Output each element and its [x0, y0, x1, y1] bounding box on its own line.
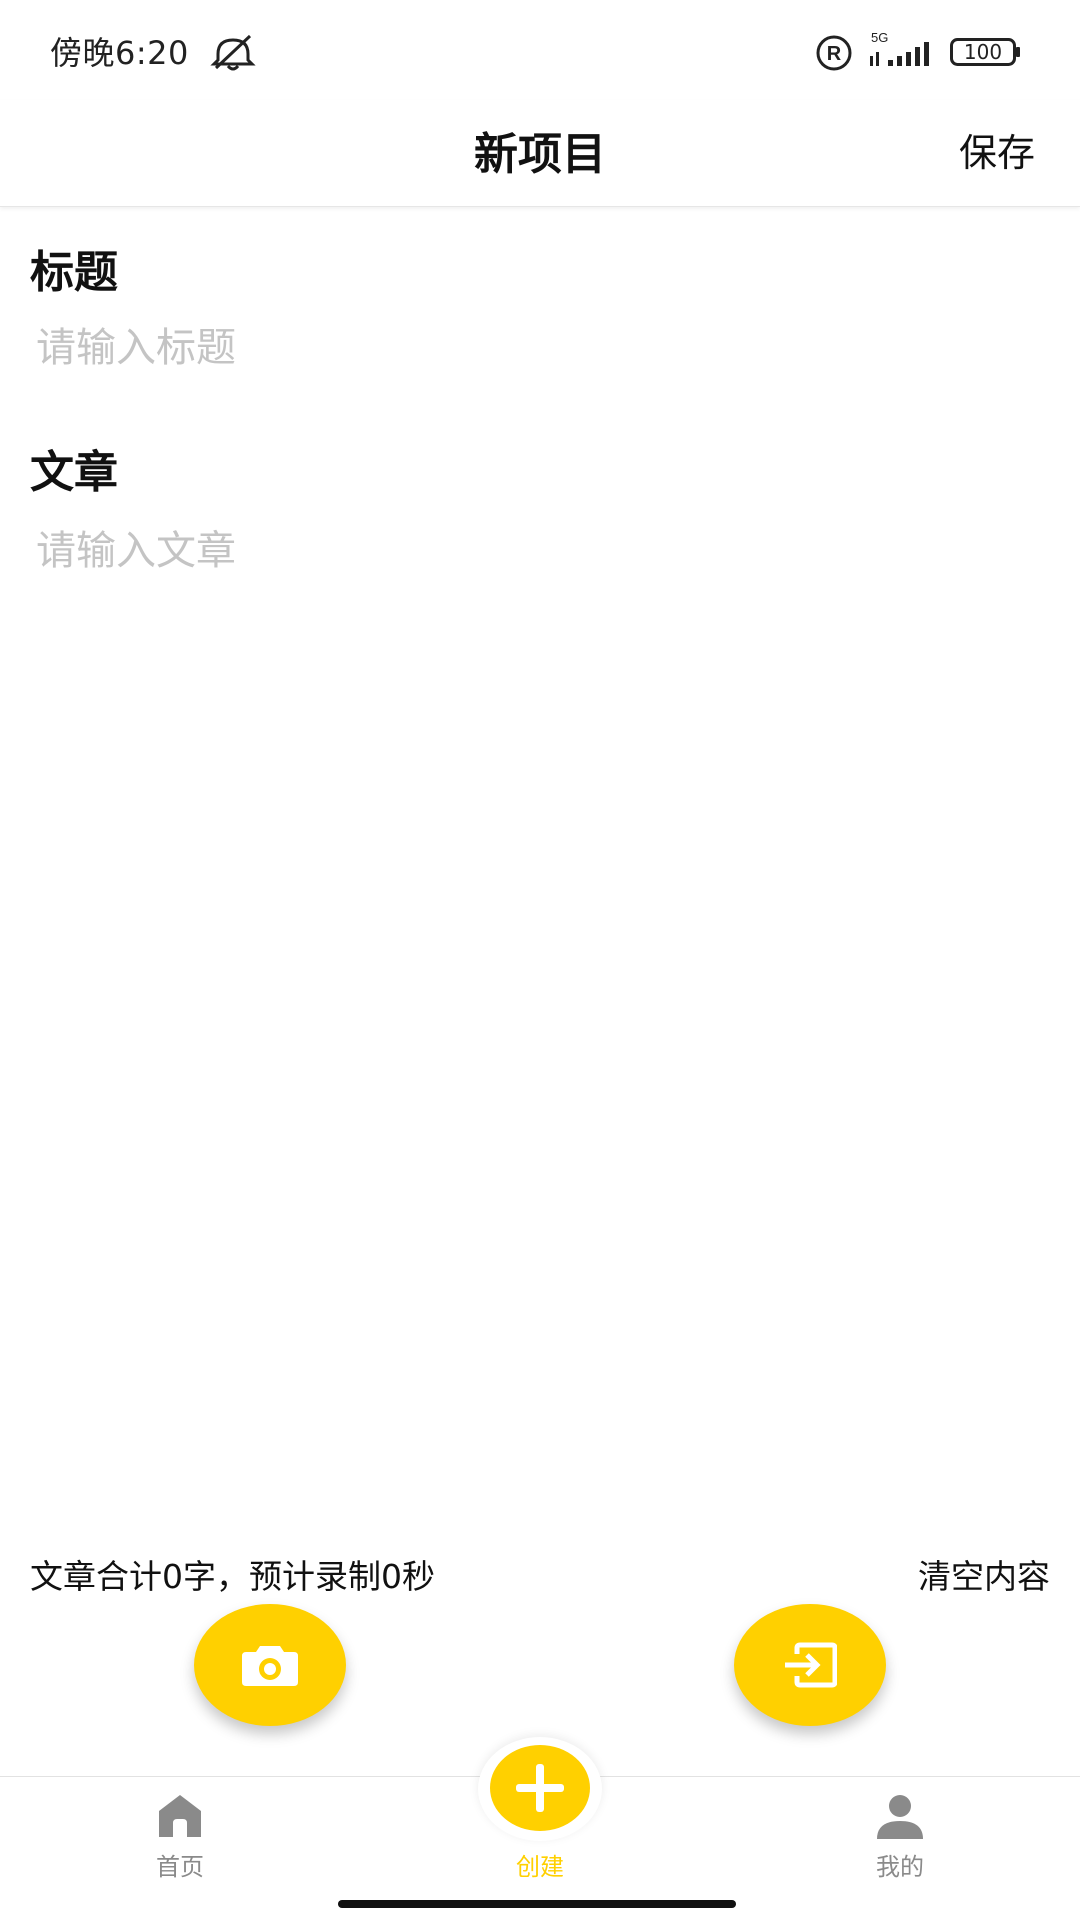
- nav-label-mine: 我的: [876, 1853, 924, 1881]
- article-input[interactable]: [36, 518, 1036, 1218]
- home-icon: [159, 1795, 201, 1837]
- nav-label-home: 首页: [156, 1853, 204, 1881]
- vibrate-off-icon: [210, 34, 256, 71]
- page-title: 新项目: [474, 129, 606, 180]
- status-time: 傍晚6:20: [50, 34, 189, 72]
- signal-icon: 5G: [870, 30, 929, 66]
- home-indicator[interactable]: [338, 1900, 736, 1908]
- import-icon: [785, 1642, 837, 1688]
- battery-level: 100: [963, 40, 1003, 64]
- save-button[interactable]: 保存: [959, 122, 1035, 177]
- registered-icon: R: [816, 35, 852, 71]
- svg-text:R: R: [827, 43, 842, 65]
- word-count-text: 文章合计0字，预计录制0秒: [30, 1557, 435, 1596]
- nav-item-home[interactable]: 首页: [80, 1777, 280, 1897]
- nav-label-create: 创建: [516, 1853, 564, 1881]
- network-type: 5G: [871, 30, 888, 45]
- camera-icon: [242, 1646, 298, 1686]
- status-bar: 傍晚6:20 R 5G 100: [0, 0, 1080, 100]
- article-label: 文章: [30, 447, 118, 498]
- nav-item-create[interactable]: 创建: [440, 1737, 640, 1897]
- plus-icon: [516, 1764, 564, 1812]
- nav-item-mine[interactable]: 我的: [800, 1777, 1000, 1897]
- import-button[interactable]: [734, 1604, 886, 1726]
- title-label: 标题: [30, 247, 118, 298]
- camera-button[interactable]: [194, 1604, 346, 1726]
- title-input[interactable]: [36, 318, 1036, 378]
- clear-content-button[interactable]: 清空内容: [918, 1550, 1050, 1598]
- user-icon: [877, 1795, 923, 1839]
- create-button[interactable]: [490, 1745, 590, 1831]
- app-header: 新项目 保存: [0, 100, 1080, 207]
